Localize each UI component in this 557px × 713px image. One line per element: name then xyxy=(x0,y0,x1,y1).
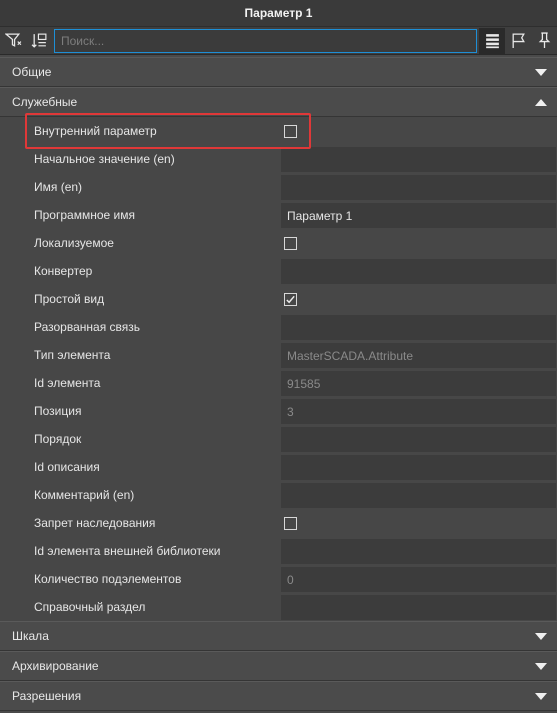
property-row: Разорванная связь xyxy=(0,313,557,341)
property-row: Конвертер xyxy=(0,257,557,285)
name-en-field[interactable] xyxy=(281,175,556,200)
property-label: Локализуемое xyxy=(34,236,114,250)
property-row: Тип элемента MasterSCADA.Attribute xyxy=(0,341,557,369)
property-row: Порядок xyxy=(0,425,557,453)
property-label: Id элемента xyxy=(34,376,101,390)
section-archiving[interactable]: Архивирование xyxy=(0,651,557,681)
property-label: Программное имя xyxy=(34,208,135,222)
section-scale[interactable]: Шкала xyxy=(0,621,557,651)
search-input[interactable] xyxy=(54,28,477,53)
property-row: Простой вид xyxy=(0,285,557,313)
internal-parameter-checkbox[interactable] xyxy=(284,125,297,138)
sort-button[interactable] xyxy=(26,28,52,54)
property-label: Простой вид xyxy=(34,292,105,306)
property-row: Имя (en) xyxy=(0,173,557,201)
section-general[interactable]: Общие xyxy=(0,57,557,87)
property-row: Id элемента 91585 xyxy=(0,369,557,397)
property-label: Позиция xyxy=(34,404,82,418)
property-row: Справочный раздел xyxy=(0,593,557,621)
property-row: Программное имя Параметр 1 xyxy=(0,201,557,229)
converter-field[interactable] xyxy=(281,259,556,284)
property-label: Количество подэлементов xyxy=(34,572,182,586)
window-title: Параметр 1 xyxy=(0,0,557,27)
toolbar xyxy=(0,27,557,55)
chevron-up-icon xyxy=(535,98,547,106)
section-label: Шкала xyxy=(12,629,49,643)
property-label: Имя (en) xyxy=(34,180,83,194)
property-label: Тип элемента xyxy=(34,348,111,362)
pin-button[interactable] xyxy=(531,28,557,54)
property-label: Начальное значение (en) xyxy=(34,152,175,166)
checkmark-icon xyxy=(286,295,295,304)
flag-icon xyxy=(512,33,525,48)
subelement-count-value: 0 xyxy=(281,567,556,592)
filter-button[interactable] xyxy=(0,28,26,54)
property-label: Id элемента внешней библиотеки xyxy=(34,544,221,558)
section-label: Архивирование xyxy=(12,659,99,673)
property-label: Справочный раздел xyxy=(34,600,146,614)
property-label: Внутренний параметр xyxy=(34,124,157,138)
external-library-id-value xyxy=(281,539,556,564)
chevron-down-icon xyxy=(535,662,547,670)
property-row: Начальное значение (en) xyxy=(0,145,557,173)
property-row-internal: Внутренний параметр xyxy=(0,117,557,145)
comment-field[interactable] xyxy=(281,483,556,508)
section-label: Служебные xyxy=(12,95,78,109)
broken-link-field[interactable] xyxy=(281,315,556,340)
property-row: Локализуемое xyxy=(0,229,557,257)
section-label: Разрешения xyxy=(12,689,82,703)
property-row: Запрет наследования xyxy=(0,509,557,537)
property-label: Комментарий (en) xyxy=(34,488,135,502)
property-row: Id описания xyxy=(0,453,557,481)
description-id-value xyxy=(281,455,556,480)
element-type-value: MasterSCADA.Attribute xyxy=(281,343,556,368)
property-row: Количество подэлементов 0 xyxy=(0,565,557,593)
service-properties: Внутренний параметр Начальное значение (… xyxy=(0,117,557,621)
property-label: Разорванная связь xyxy=(34,320,141,334)
filter-icon xyxy=(4,33,21,47)
initial-value-field[interactable] xyxy=(281,147,556,172)
reference-section-field[interactable] xyxy=(281,595,556,620)
section-permissions[interactable]: Разрешения xyxy=(0,681,557,711)
property-label: Id описания xyxy=(34,460,100,474)
property-row: Комментарий (en) xyxy=(0,481,557,509)
property-row: Id элемента внешней библиотеки xyxy=(0,537,557,565)
sort-icon xyxy=(31,33,46,48)
inheritance-ban-checkbox[interactable] xyxy=(284,517,297,530)
flag-button[interactable] xyxy=(505,28,531,54)
simple-view-checkbox[interactable] xyxy=(284,293,297,306)
list-view-icon xyxy=(485,34,499,49)
element-id-value: 91585 xyxy=(281,371,556,396)
property-label: Конвертер xyxy=(34,264,93,278)
property-label: Порядок xyxy=(34,432,82,446)
order-field[interactable] xyxy=(281,427,556,452)
property-row: Позиция 3 xyxy=(0,397,557,425)
pin-icon xyxy=(538,32,550,48)
property-label: Запрет наследования xyxy=(34,516,156,530)
section-label: Общие xyxy=(12,65,52,79)
localizable-checkbox[interactable] xyxy=(284,237,297,250)
chevron-down-icon xyxy=(535,692,547,700)
chevron-down-icon xyxy=(535,632,547,640)
chevron-down-icon xyxy=(535,68,547,76)
program-name-field[interactable]: Параметр 1 xyxy=(281,203,556,228)
list-view-button[interactable] xyxy=(479,27,505,54)
position-value: 3 xyxy=(281,399,556,424)
section-service[interactable]: Служебные xyxy=(0,87,557,117)
